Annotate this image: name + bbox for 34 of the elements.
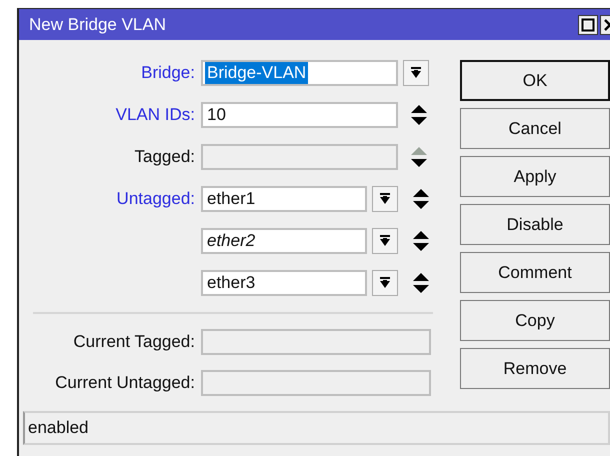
up-down-arrows-icon[interactable] bbox=[412, 188, 430, 210]
dropdown-button[interactable] bbox=[372, 228, 398, 254]
dialog-button[interactable]: Apply bbox=[460, 156, 610, 197]
field-value: ether2 bbox=[206, 230, 256, 252]
field-label[interactable]: Untagged: bbox=[116, 189, 195, 208]
up-down-arrows-icon[interactable] bbox=[412, 272, 430, 294]
dropdown-button[interactable] bbox=[403, 60, 429, 86]
dropdown-button[interactable] bbox=[372, 186, 398, 212]
field-label: Current Untagged: bbox=[55, 373, 195, 392]
field-label: Tagged: bbox=[134, 147, 195, 166]
field-label: Current Tagged: bbox=[73, 332, 195, 351]
status-text: enabled bbox=[28, 418, 89, 438]
field-label[interactable]: Bridge: bbox=[141, 63, 195, 82]
window-title: New Bridge VLAN bbox=[29, 14, 166, 34]
input-field[interactable]: 10 bbox=[201, 102, 398, 128]
field-value: Bridge-VLAN bbox=[205, 62, 308, 84]
up-down-arrows-icon[interactable] bbox=[410, 104, 428, 126]
field-value: ether1 bbox=[206, 188, 256, 210]
input-field[interactable]: ether3 bbox=[201, 270, 367, 296]
input-field[interactable]: Bridge-VLAN bbox=[201, 60, 398, 86]
dialog-button[interactable]: Disable bbox=[460, 204, 610, 245]
input-field[interactable]: ether2 bbox=[201, 228, 367, 254]
dropdown-button[interactable] bbox=[372, 270, 398, 296]
dialog-button[interactable]: Comment bbox=[460, 252, 610, 293]
maximize-button[interactable] bbox=[578, 14, 598, 34]
field-value: ether3 bbox=[206, 272, 256, 294]
field-value: 10 bbox=[206, 104, 227, 126]
input-field[interactable]: ether1 bbox=[201, 186, 367, 212]
dialog-button[interactable]: Copy bbox=[460, 300, 610, 341]
up-down-arrows-icon[interactable] bbox=[412, 230, 430, 252]
dialog-button[interactable]: Remove bbox=[460, 348, 610, 389]
dialog-button[interactable]: OK bbox=[460, 60, 610, 101]
dialog-button[interactable]: Cancel bbox=[460, 108, 610, 149]
field-label[interactable]: VLAN IDs: bbox=[116, 105, 195, 124]
